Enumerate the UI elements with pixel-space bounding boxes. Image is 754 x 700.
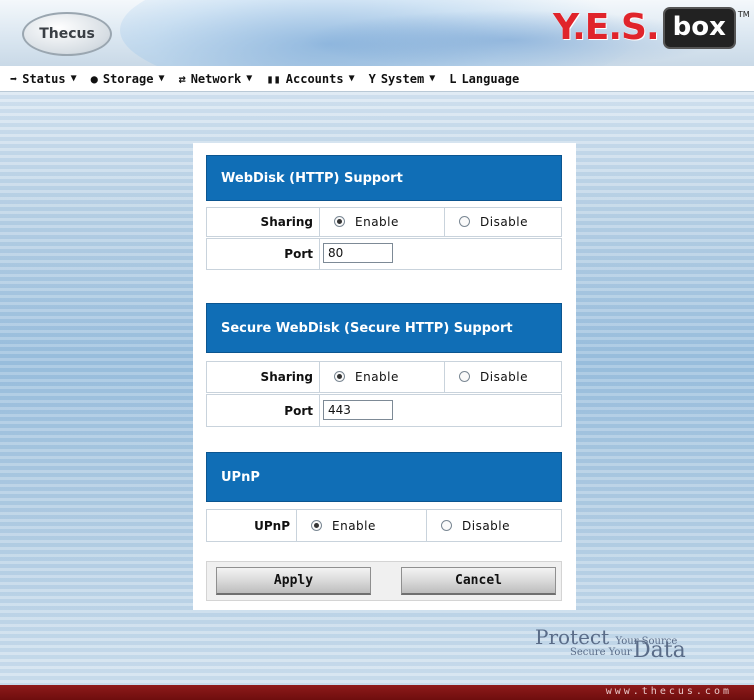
upnp-section-title: UPnP xyxy=(221,469,260,485)
webdisk-port-cell xyxy=(320,239,563,269)
nav-status-label: Status xyxy=(22,71,66,86)
secure-webdisk-enable-option[interactable]: Enable xyxy=(320,362,445,392)
upnp-enable-choice: Enable xyxy=(297,519,376,533)
cancel-button[interactable]: Cancel xyxy=(401,567,556,595)
webdisk-section-header: WebDisk (HTTP) Support xyxy=(206,155,562,201)
nav-system-label: System xyxy=(380,71,425,86)
chevron-down-icon: ▼ xyxy=(348,73,355,84)
webdisk-disable-option[interactable]: Disable xyxy=(445,208,563,236)
webdisk-section-title: WebDisk (HTTP) Support xyxy=(221,170,403,186)
brand-tagline: Protect Your Source Secure Your Data xyxy=(535,625,735,675)
tagline-data: Data xyxy=(633,638,686,663)
upnp-disable-choice: Disable xyxy=(427,519,510,533)
secure-webdisk-enable-choice: Enable xyxy=(320,370,399,384)
webdisk-disable-label: Disable xyxy=(480,215,529,229)
nav-language-label: Language xyxy=(461,71,520,86)
tagline-secure-your: Secure Your xyxy=(570,647,632,658)
secure-webdisk-port-input[interactable] xyxy=(323,400,393,420)
upnp-enable-option[interactable]: Enable xyxy=(297,510,427,541)
upnp-disable-option[interactable]: Disable xyxy=(427,510,563,541)
apply-button[interactable]: Apply xyxy=(216,567,371,595)
nav-network-label: Network xyxy=(190,71,242,86)
secure-webdisk-port-row: Port xyxy=(206,394,562,427)
chevron-down-icon: ▼ xyxy=(158,73,165,84)
webdisk-port-label: Port xyxy=(207,239,320,269)
app-header: Thecus Y.E.S. box TM xyxy=(0,0,754,66)
webdisk-enable-option[interactable]: Enable xyxy=(320,208,445,236)
chevron-down-icon: ▼ xyxy=(429,73,436,84)
webdisk-enable-label: Enable xyxy=(355,215,399,229)
box-logo-text: box xyxy=(662,7,736,49)
nav-network[interactable]: ⇄ Network ▼ xyxy=(178,72,252,86)
accounts-icon: ▮▮ xyxy=(266,71,281,86)
nav-accounts-label: Accounts xyxy=(285,71,344,86)
yes-box-logo: Y.E.S. box TM xyxy=(553,6,750,50)
nav-storage-label: Storage xyxy=(102,71,154,86)
system-icon: Y xyxy=(368,71,376,86)
secure-webdisk-disable-option[interactable]: Disable xyxy=(445,362,563,392)
secure-webdisk-disable-label: Disable xyxy=(480,370,529,384)
webdisk-port-row: Port xyxy=(206,238,562,270)
upnp-enable-label: Enable xyxy=(332,518,376,533)
nav-accounts[interactable]: ▮▮ Accounts ▼ xyxy=(266,72,354,86)
storage-icon: ● xyxy=(90,71,98,86)
action-button-bar: Apply Cancel xyxy=(206,561,562,601)
webdisk-sharing-label: Sharing xyxy=(207,208,320,236)
thecus-logo-text: Thecus xyxy=(39,26,95,42)
nav-language[interactable]: L Language xyxy=(449,72,519,86)
footer-bar: www.thecus.com xyxy=(0,685,754,700)
language-icon: L xyxy=(449,71,457,86)
trademark-mark: TM xyxy=(737,10,750,19)
thecus-logo: Thecus xyxy=(22,12,112,56)
secure-webdisk-sharing-row: Sharing Enable Disable xyxy=(206,361,562,393)
upnp-disable-label: Disable xyxy=(462,518,511,533)
footer-url[interactable]: www.thecus.com xyxy=(606,686,732,697)
nav-system[interactable]: Y System ▼ xyxy=(369,72,436,86)
chevron-down-icon: ▼ xyxy=(70,73,77,84)
yes-logo-text: Y.E.S. xyxy=(553,7,660,48)
tagline-protect-word: Protect xyxy=(535,625,610,649)
upnp-row: UPnP Enable Disable xyxy=(206,509,562,542)
status-icon: ➡ xyxy=(10,71,18,86)
webdisk-disable-choice: Disable xyxy=(445,215,528,229)
secure-webdisk-section-header: Secure WebDisk (Secure HTTP) Support xyxy=(206,303,562,353)
secure-webdisk-port-label: Port xyxy=(207,395,320,426)
webdisk-disable-radio[interactable] xyxy=(459,216,470,227)
main-nav: ➡ Status ▼ ● Storage ▼ ⇄ Network ▼ ▮▮ Ac… xyxy=(0,66,754,92)
upnp-disable-radio[interactable] xyxy=(441,519,452,531)
secure-webdisk-enable-radio[interactable] xyxy=(334,371,345,382)
upnp-section-header: UPnP xyxy=(206,452,562,502)
secure-webdisk-section-title: Secure WebDisk (Secure HTTP) Support xyxy=(221,320,513,336)
secure-webdisk-enable-label: Enable xyxy=(355,370,399,384)
upnp-enable-radio[interactable] xyxy=(311,519,322,531)
webdisk-enable-choice: Enable xyxy=(320,215,399,229)
webdisk-port-input[interactable] xyxy=(323,243,393,263)
http-settings-panel: WebDisk (HTTP) Support Sharing Enable Di… xyxy=(193,143,576,610)
secure-webdisk-sharing-label: Sharing xyxy=(207,362,320,392)
nav-storage[interactable]: ● Storage ▼ xyxy=(91,72,165,86)
secure-webdisk-disable-choice: Disable xyxy=(445,370,528,384)
network-icon: ⇄ xyxy=(178,71,186,86)
webdisk-enable-radio[interactable] xyxy=(334,216,345,227)
upnp-label: UPnP xyxy=(207,510,297,541)
secure-webdisk-disable-radio[interactable] xyxy=(459,371,470,382)
nav-status[interactable]: ➡ Status ▼ xyxy=(10,72,77,86)
webdisk-sharing-row: Sharing Enable Disable xyxy=(206,207,562,237)
chevron-down-icon: ▼ xyxy=(246,73,253,84)
secure-webdisk-port-cell xyxy=(320,395,563,426)
